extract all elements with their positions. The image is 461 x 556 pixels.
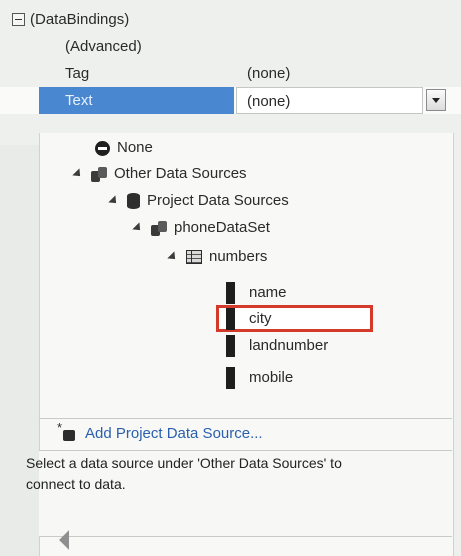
grid-left-margin [0, 145, 39, 556]
tree-item-project-label: Project Data Sources [147, 192, 289, 209]
tree-item-field-mobile[interactable]: mobile [226, 365, 293, 391]
tree-item-none[interactable]: None [95, 135, 153, 161]
expand-arrow-icon[interactable] [72, 168, 84, 180]
field-label-name: name [249, 284, 287, 301]
field-icon [226, 367, 235, 389]
property-row-tag[interactable]: Tag (none) [0, 60, 461, 87]
data-source-icon [151, 220, 167, 236]
tree-item-phonedataset[interactable]: phoneDataSet [132, 215, 270, 241]
field-label-city: city [249, 310, 272, 327]
property-value-tag[interactable]: (none) [247, 60, 290, 87]
category-databindings[interactable]: (DataBindings) [0, 6, 461, 33]
field-icon [226, 335, 235, 357]
field-label-mobile: mobile [249, 369, 294, 386]
database-icon [127, 193, 140, 209]
property-label-advanced: (Advanced) [65, 38, 142, 55]
field-label-landnumber: landnumber [249, 337, 329, 354]
tree-item-numbers[interactable]: numbers [167, 244, 268, 270]
property-label-text[interactable]: Text [39, 87, 234, 114]
field-icon [226, 282, 235, 304]
expander-minus-icon[interactable] [12, 13, 25, 26]
property-grid: (DataBindings) (Advanced) Tag (none) Tex… [0, 0, 461, 145]
expand-arrow-icon[interactable] [108, 195, 120, 207]
tree-item-other-data-sources[interactable]: Other Data Sources [72, 161, 247, 187]
tree-item-none-label: None [117, 139, 153, 156]
tree-item-field-city[interactable]: city [226, 306, 272, 332]
tree-item-field-landnumber[interactable]: landnumber [226, 333, 328, 359]
expand-arrow-icon[interactable] [132, 222, 144, 234]
table-icon [186, 250, 202, 264]
expand-arrow-icon[interactable] [167, 251, 179, 263]
property-value-text[interactable]: (none) [236, 87, 423, 114]
field-icon [226, 308, 235, 330]
tree-item-project-data-sources[interactable]: Project Data Sources [108, 188, 289, 214]
data-source-icon [91, 166, 107, 182]
property-row-text[interactable]: Text (none) [0, 87, 461, 114]
property-label-tag: Tag [65, 65, 90, 82]
property-row-advanced[interactable]: (Advanced) [0, 33, 461, 60]
tree-item-other-label: Other Data Sources [114, 165, 247, 182]
none-icon [95, 140, 110, 156]
dropdown-arrow-icon[interactable] [426, 89, 446, 111]
tree-item-table-label: numbers [209, 248, 268, 265]
tree-item-field-name[interactable]: name [226, 280, 287, 306]
tree-item-dataset-label: phoneDataSet [174, 219, 270, 236]
category-label: (DataBindings) [30, 11, 130, 28]
